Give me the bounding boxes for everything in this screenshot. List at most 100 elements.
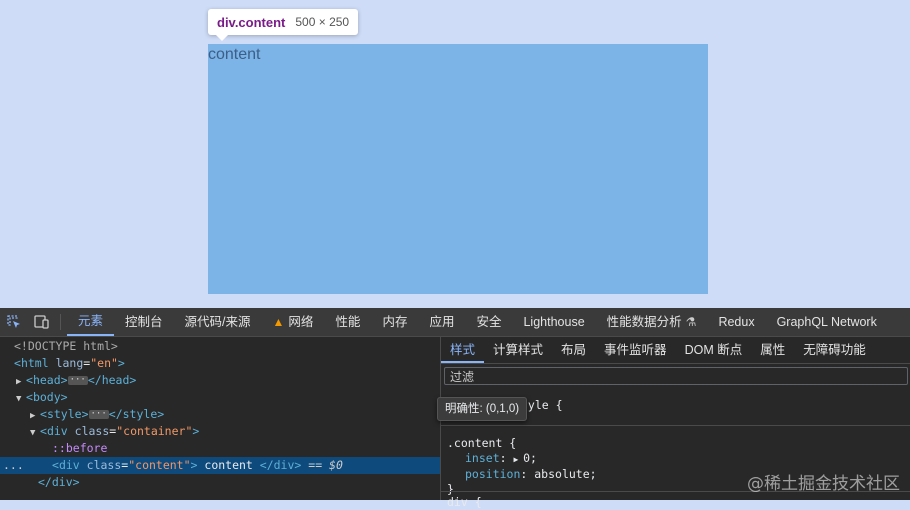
ellipsis-icon[interactable]: ··· [67, 376, 88, 385]
rule-selector: div { [447, 495, 482, 509]
tab-label: 性能数据分析 [606, 315, 682, 329]
tab-label: 样式 [450, 343, 476, 357]
devtools-tabbar: 元素 控制台 源代码/来源 ▲ 网络 性能 内存 应用 安全 Lighthouse… [0, 308, 910, 337]
tab-label: 网络 [288, 315, 314, 329]
tree-row-doctype[interactable]: <!DOCTYPE html> [0, 338, 454, 355]
tag-name: style [122, 407, 158, 421]
doctype-text: <!DOCTYPE html> [14, 339, 118, 353]
tooltip-size: 500 × 250 [295, 15, 350, 29]
property-name: position [465, 467, 521, 481]
tab-redux[interactable]: Redux [707, 308, 765, 336]
tree-row-container-close[interactable]: </div> [0, 474, 478, 491]
tree-row-style[interactable]: ▶ <style> ··· </style> [0, 406, 470, 423]
property-value: absolute; [534, 467, 597, 481]
tab-performance-insights[interactable]: 性能数据分析 ⚗ [596, 308, 708, 336]
attr-value: "en" [90, 356, 118, 370]
pseudo-element: ::before [52, 441, 108, 455]
row-menu-icon[interactable]: ... [3, 457, 24, 474]
tab-label: 无障碍功能 [803, 343, 866, 357]
tab-styles[interactable]: 样式 [441, 337, 485, 363]
div-rule[interactable]: div { [447, 495, 482, 510]
styles-tabbar: 样式 计算样式 布局 事件监听器 DOM 断点 属性 无障碍功能 [441, 337, 910, 364]
close-tag: </div> [259, 458, 302, 472]
attr-value: "container" [116, 424, 193, 438]
tab-console[interactable]: 控制台 [114, 308, 174, 336]
tab-label: 性能 [335, 315, 361, 329]
tab-label: Lighthouse [523, 315, 585, 329]
tab-accessibility[interactable]: 无障碍功能 [794, 337, 875, 363]
attr-name: class [74, 424, 110, 438]
tree-row-container[interactable]: ▼ <div class="container"> [0, 423, 470, 440]
tag-name: div [46, 424, 68, 438]
tab-properties[interactable]: 属性 [751, 337, 794, 363]
tag-name: style [46, 407, 82, 421]
tag-name: body [32, 390, 61, 404]
device-toolbar-icon[interactable] [28, 308, 56, 336]
specificity-text: 明确性: (0,1,0) [445, 403, 520, 415]
tab-security[interactable]: 安全 [465, 308, 512, 336]
tab-label: 布局 [561, 343, 587, 357]
tab-label: 源代码/来源 [184, 315, 251, 329]
ellipsis-icon[interactable]: ··· [88, 410, 109, 419]
inspect-element-icon[interactable] [0, 308, 28, 336]
tab-network[interactable]: ▲ 网络 [262, 308, 325, 336]
tag-name: div [58, 458, 80, 472]
element-style-rule[interactable]: tyle { [521, 398, 563, 413]
tree-row-html[interactable]: <html lang="en"> [0, 355, 454, 372]
flask-icon: ⚗ [685, 315, 697, 329]
tag-name: html [20, 356, 49, 370]
rule-selector[interactable]: .content { [447, 436, 597, 451]
tree-row-content-selected[interactable]: ... <div class="content"> content </div> … [0, 457, 492, 474]
tab-lighthouse[interactable]: Lighthouse [512, 308, 595, 336]
tag-name: head [101, 373, 130, 387]
tab-label: Redux [718, 315, 755, 329]
attr-name: lang [55, 356, 84, 370]
tab-label: 控制台 [125, 315, 163, 329]
tab-memory[interactable]: 内存 [371, 308, 418, 336]
warning-icon: ▲ [272, 315, 285, 329]
tab-sources[interactable]: 源代码/来源 [174, 308, 262, 336]
css-declaration[interactable]: position: absolute; [447, 467, 597, 482]
tab-computed[interactable]: 计算样式 [484, 337, 552, 363]
filter-input[interactable]: 过滤 [444, 367, 908, 385]
tree-row-head[interactable]: ▶ <head> ··· </head> [0, 372, 456, 389]
node-text: content [197, 458, 260, 472]
tree-row-body[interactable]: ▼ <body> [0, 389, 456, 406]
tab-label: 元素 [78, 314, 104, 328]
content-box[interactable]: content [208, 44, 708, 294]
close-tag: </div> [38, 475, 80, 489]
tab-elements[interactable]: 元素 [67, 308, 115, 336]
tab-label: 计算样式 [493, 343, 544, 357]
tab-label: 属性 [760, 343, 786, 357]
selected-marker: == $0 [308, 458, 343, 472]
tab-event-listeners[interactable]: 事件监听器 [595, 337, 676, 363]
property-name: inset [465, 451, 500, 465]
tree-row-before[interactable]: ::before [0, 440, 492, 457]
tab-label: 应用 [429, 315, 455, 329]
tab-label: 内存 [382, 315, 408, 329]
content-text: content [208, 46, 261, 63]
rule-divider [441, 425, 910, 426]
watermark-text: @稀土掘金技术社区 [747, 474, 900, 494]
expand-triangle-icon[interactable]: ▶ [513, 455, 523, 464]
tab-dom-breakpoints[interactable]: DOM 断点 [676, 337, 752, 363]
attr-value: "content" [128, 458, 191, 472]
filter-placeholder: 过滤 [450, 370, 475, 384]
tab-layout[interactable]: 布局 [552, 337, 595, 363]
tab-label: DOM 断点 [684, 343, 743, 357]
tab-label: GraphQL Network [776, 315, 877, 329]
property-value: 0; [523, 451, 537, 465]
rule-selector: tyle { [521, 398, 563, 412]
tab-graphql-network[interactable]: GraphQL Network [766, 308, 888, 336]
tab-application[interactable]: 应用 [418, 308, 465, 336]
content-rule: .content { inset: ▶ 0; position: absolut… [447, 436, 597, 497]
inspect-tooltip: div.content 500 × 250 [208, 9, 359, 41]
specificity-tooltip: 明确性: (0,1,0) [437, 397, 528, 421]
css-declaration[interactable]: inset: ▶ 0; [447, 451, 597, 467]
tab-label: 事件监听器 [604, 343, 667, 357]
attr-name: class [86, 458, 122, 472]
elements-tree: <!DOCTYPE html> <html lang="en"> ▶ <head>… [0, 337, 492, 500]
tab-performance[interactable]: 性能 [324, 308, 371, 336]
tooltip-selector: div.content [217, 14, 286, 30]
page-viewport: div.content 500 × 250 content [0, 0, 910, 308]
